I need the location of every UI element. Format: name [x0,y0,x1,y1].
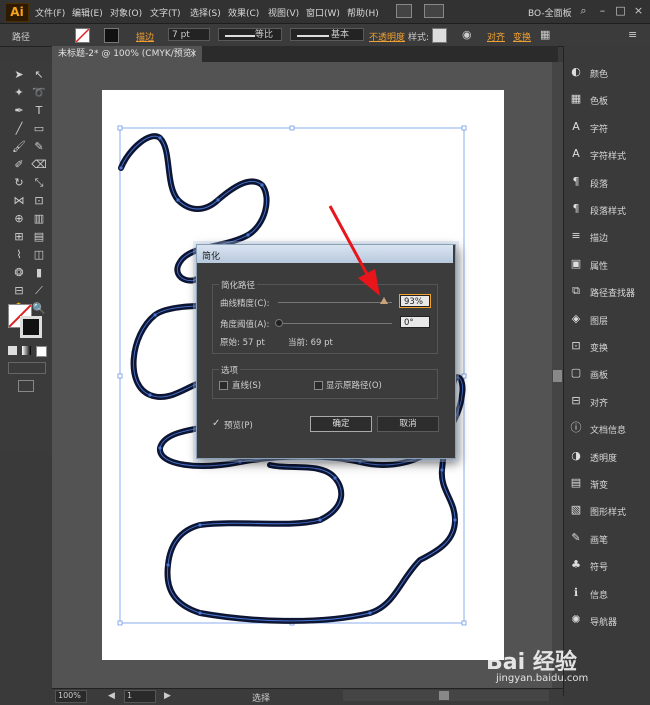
horizontal-scroll-thumb[interactable] [439,691,449,700]
panel-transparency[interactable]: ◑ 透明度 [567,446,647,466]
color-icon: ◐ [571,65,581,78]
panel-gradient[interactable]: ▤ 渐变 [567,473,647,493]
panel-navigator[interactable]: ✺ 导航器 [567,610,647,630]
panel-label: 符号 [590,563,609,574]
transparency-icon: ◑ [571,448,581,462]
layers-icon: ◈ [571,311,581,325]
stroke-icon: ≡ [571,229,581,243]
panel-label: 颜色 [590,70,609,80]
panel-character[interactable]: A 字符 [567,117,647,137]
panel-label: 图层 [590,316,609,327]
panel-label: 图形样式 [590,508,627,519]
panel-label: 信息 [590,590,609,601]
graphic-styles-icon: ▧ [570,503,582,517]
panel-label: 字符 [590,124,609,135]
baidu-watermark: Bai 经验 [486,650,577,675]
align-icon: ⊟ [571,393,581,407]
transform-icon: ⊡ [571,339,581,352]
panel-layers[interactable]: ◈ 图层 [567,309,647,329]
panel-label: 字符样式 [590,152,627,163]
panel-color[interactable]: ◐ 颜色 [567,62,647,82]
artboard-number: 1 [127,691,133,700]
character-icon: A [572,119,580,133]
panel-label: 描边 [590,234,609,245]
panel-document-info[interactable]: ⓘ 文档信息 [567,418,647,438]
info-icon: ℹ [573,585,579,599]
panel-label: 文档信息 [590,426,627,437]
panel-brushes[interactable]: ✎ 画笔 [567,528,647,548]
panel-label: 路径查找器 [590,289,636,300]
baidu-watermark-url: jingyan.baidu.com [496,673,589,684]
zoom-field[interactable]: 100% [55,690,87,703]
vertical-scroll-thumb[interactable] [553,370,562,382]
panel-label: 透明度 [590,453,618,464]
panel-label: 画板 [590,371,609,382]
gradient-icon: ▤ [570,476,582,489]
panel-artboards[interactable]: ▢ 画板 [567,363,647,383]
artboard-next-icon[interactable]: ▶ [164,691,171,701]
vertical-scrollbar[interactable] [552,62,563,688]
panel-graphic-styles[interactable]: ▧ 图形样式 [567,500,647,520]
document-info-icon: ⓘ [570,421,582,435]
panel-pathfinder[interactable]: ⧉ 路径查找器 [567,281,647,301]
panel-stroke[interactable]: ≡ 描边 [567,226,647,246]
panel-swatches[interactable]: ▦ 色板 [567,89,647,109]
current-tool-status: 选择 [252,694,271,704]
panel-attributes[interactable]: ▣ 属性 [567,254,647,274]
zoom-value: 100% [58,691,81,700]
artboards-icon: ▢ [570,366,582,380]
panel-label: 变换 [590,344,609,354]
brushes-icon: ✎ [571,530,581,544]
panel-label: 段落 [590,179,609,190]
panel-info[interactable]: ℹ 信息 [567,583,647,603]
pathfinder-icon: ⧉ [572,284,580,298]
panel-transform[interactable]: ⊡ 变换 [567,336,647,356]
symbols-icon: ♣ [571,558,581,572]
artboard-prev-icon[interactable]: ◀ [108,691,115,701]
panel-label: 画笔 [590,535,609,546]
panel-character-styles[interactable]: A 字符样式 [567,144,647,164]
panel-label: 导航器 [590,618,618,628]
horizontal-scrollbar[interactable] [343,690,549,701]
panel-label: 段落样式 [590,207,627,217]
panel-align[interactable]: ⊟ 对齐 [567,391,647,411]
character-styles-icon: A [572,147,580,161]
panel-paragraph-styles[interactable]: ¶ 段落样式 [567,199,647,219]
swatches-icon: ▦ [570,92,582,106]
navigator-icon: ✺ [571,613,581,626]
panel-paragraph[interactable]: ¶ 段落 [567,172,647,192]
panel-symbols[interactable]: ♣ 符号 [567,555,647,575]
paragraph-icon: ¶ [572,174,580,188]
paragraph-styles-icon: ¶ [572,202,580,215]
attributes-icon: ▣ [570,256,582,270]
panel-label: 属性 [590,261,609,272]
panel-label: 色板 [590,97,609,108]
artboard-field[interactable]: 1 [124,690,156,703]
panel-label: 渐变 [590,481,609,491]
panel-label: 对齐 [590,398,609,409]
